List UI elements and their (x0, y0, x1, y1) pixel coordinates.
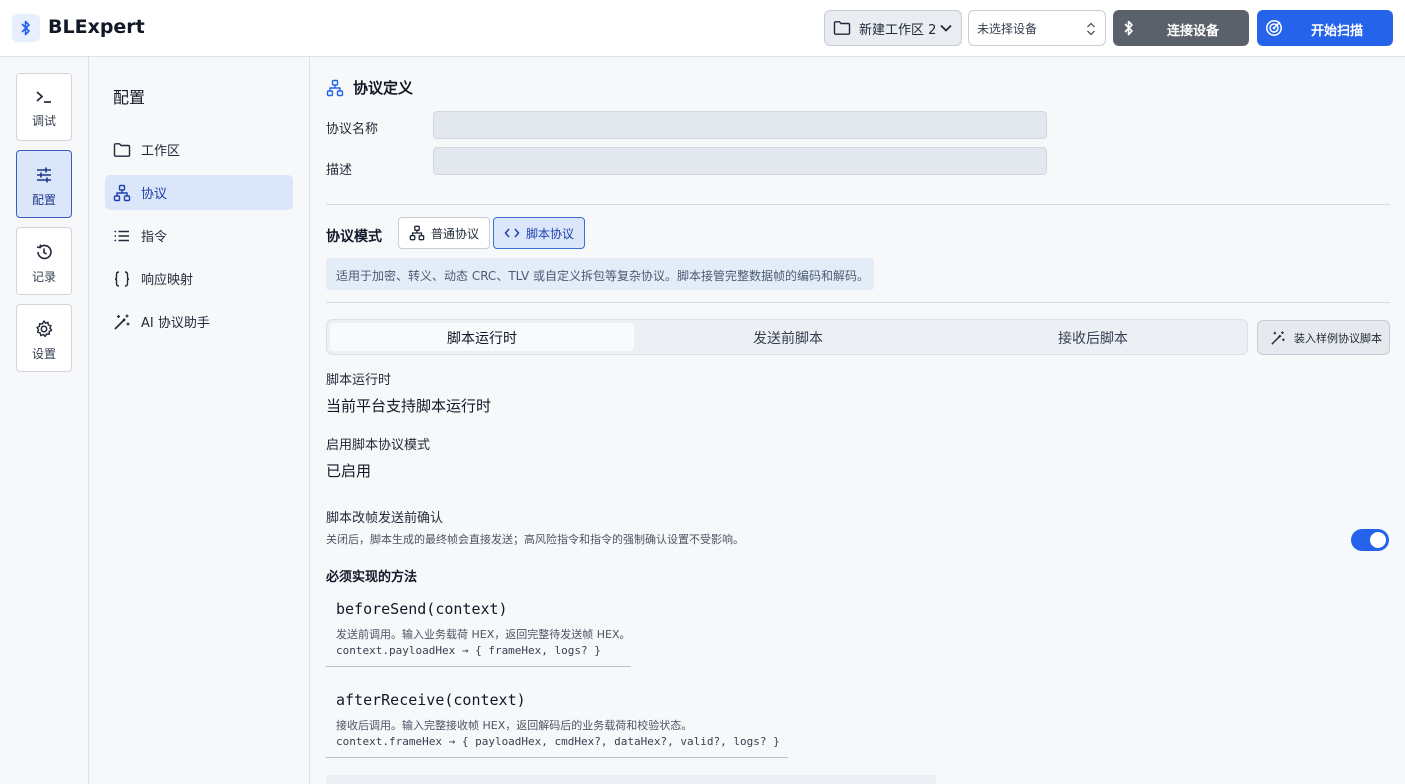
rail-item-debug[interactable]: 调试 (16, 73, 72, 141)
confirm-toggle[interactable] (1351, 529, 1389, 551)
enabled-value: 已启用 (326, 462, 372, 480)
nav-item-label: 工作区 (141, 144, 181, 159)
tab-script-runtime[interactable]: 脚本运行时 (330, 323, 634, 351)
app-header: BLExpert 新建工作区 2 未选择设备 连接设备 开始扫描 (0, 0, 1405, 57)
nav-item-label: AI 协议助手 (141, 316, 210, 331)
toggle-knob (1370, 532, 1386, 548)
protocol-name-input[interactable] (433, 111, 1047, 139)
divider (326, 204, 1390, 205)
nav-item-protocol[interactable]: 协议 (105, 175, 293, 210)
main-rail: 调试 配置 记录 设置 (0, 57, 89, 784)
method-signature: afterReceive(context) (336, 691, 526, 709)
bluetooth-logo-icon (12, 14, 40, 42)
mode-normal-label: 普通协议 (431, 226, 480, 241)
rail-item-settings[interactable]: 设置 (16, 304, 72, 372)
runtime-label: 脚本运行时 (326, 373, 392, 388)
load-sample-script-button[interactable]: 装入样例协议脚本 (1257, 320, 1390, 355)
method-contract: context.frameHex → { payloadHex, cmdHex?… (336, 735, 780, 748)
method-before-send: beforeSend(context) 发送前调用。输入业务载荷 HEX，返回完… (326, 600, 631, 667)
tab-after-receive-script[interactable]: 接收后脚本 (941, 323, 1245, 351)
folder-icon (113, 142, 131, 158)
connect-device-button[interactable]: 连接设备 (1113, 10, 1249, 46)
method-after-receive: afterReceive(context) 接收后调用。输入完整接收帧 HEX，… (326, 691, 788, 758)
nav-item-label: 协议 (141, 187, 168, 202)
magic-wand-icon (1270, 330, 1286, 346)
rail-item-config[interactable]: 配置 (16, 150, 72, 218)
folder-icon (833, 20, 851, 36)
protocol-desc-label: 描述 (326, 163, 353, 178)
network-icon (113, 184, 131, 202)
section-title: 协议定义 (353, 79, 414, 97)
code-block-edge (326, 775, 936, 784)
magic-wand-icon (113, 313, 131, 331)
nav-item-label: 响应映射 (141, 273, 194, 288)
method-description: 接收后调用。输入完整接收帧 HEX，返回解码后的业务载荷和校验状态。 (336, 719, 693, 732)
script-tabs: 脚本运行时 发送前脚本 接收后脚本 (326, 319, 1248, 355)
nav-item-commands[interactable]: 指令 (105, 218, 293, 253)
list-icon (113, 228, 131, 244)
confirm-label: 脚本改帧发送前确认 (326, 511, 444, 526)
confirm-description: 关闭后，脚本生成的最终帧会直接发送；高风险指令和指令的强制确认设置不受影响。 (326, 533, 744, 546)
script-mode-info: 适用于加密、转义、动态 CRC、TLV 或自定义拆包等复杂协议。脚本接管完整数据… (326, 258, 874, 290)
config-nav-title: 配置 (113, 88, 146, 107)
rail-item-label: 配置 (31, 193, 56, 207)
workspace-select[interactable]: 新建工作区 2 (824, 10, 962, 46)
terminal-icon (34, 88, 54, 106)
rail-item-label: 调试 (31, 114, 56, 128)
workspace-select-label: 新建工作区 2 (859, 22, 937, 38)
protocol-desc-input[interactable] (433, 147, 1047, 175)
gear-icon (34, 319, 54, 339)
divider (326, 302, 1390, 303)
protocol-name-label: 协议名称 (326, 122, 379, 137)
sliders-icon (34, 165, 54, 185)
rail-item-label: 记录 (31, 270, 56, 284)
history-icon (34, 242, 54, 262)
method-contract: context.payloadHex → { frameHex, logs? } (336, 644, 601, 657)
mode-normal-button[interactable]: 普通协议 (398, 217, 491, 249)
updown-chevron-icon (1085, 20, 1097, 38)
nav-item-ai-assistant[interactable]: AI 协议助手 (105, 304, 293, 339)
nav-item-label: 指令 (141, 230, 168, 245)
device-select-label: 未选择设备 (977, 21, 1038, 36)
runtime-value: 当前平台支持脚本运行时 (326, 397, 492, 415)
connect-device-label: 连接设备 (1166, 24, 1219, 39)
code-icon (504, 226, 520, 240)
nav-item-response-mapping[interactable]: 响应映射 (105, 261, 293, 296)
chevron-down-icon (939, 21, 953, 35)
config-nav: 配置 工作区 协议 指令 响应映射 AI 协议助手 (89, 57, 310, 784)
protocol-mode-label: 协议模式 (326, 229, 382, 245)
braces-icon (113, 270, 131, 288)
nav-item-workspace[interactable]: 工作区 (105, 132, 293, 167)
rail-item-label: 设置 (31, 347, 56, 361)
load-sample-script-label: 装入样例协议脚本 (1294, 331, 1382, 345)
method-description: 发送前调用。输入业务载荷 HEX，返回完整待发送帧 HEX。 (336, 628, 631, 641)
network-icon (326, 79, 344, 97)
mode-script-button[interactable]: 脚本协议 (493, 217, 586, 249)
methods-title: 必须实现的方法 (326, 570, 418, 585)
app-title: BLExpert (48, 16, 145, 38)
enabled-label: 启用脚本协议模式 (326, 438, 431, 453)
protocol-section-header: 协议定义 (326, 77, 413, 98)
mode-script-label: 脚本协议 (526, 226, 575, 241)
method-signature: beforeSend(context) (336, 600, 508, 618)
network-icon (409, 225, 425, 241)
rail-item-records[interactable]: 记录 (16, 227, 72, 295)
main-content: 协议定义 协议名称 描述 协议模式 普通协议 脚本协议 适用于加密、转义、动态 … (310, 57, 1405, 784)
start-scan-button[interactable]: 开始扫描 (1257, 10, 1393, 46)
tab-before-send-script[interactable]: 发送前脚本 (636, 323, 940, 351)
start-scan-label: 开始扫描 (1310, 24, 1363, 39)
device-select[interactable]: 未选择设备 (968, 10, 1106, 46)
